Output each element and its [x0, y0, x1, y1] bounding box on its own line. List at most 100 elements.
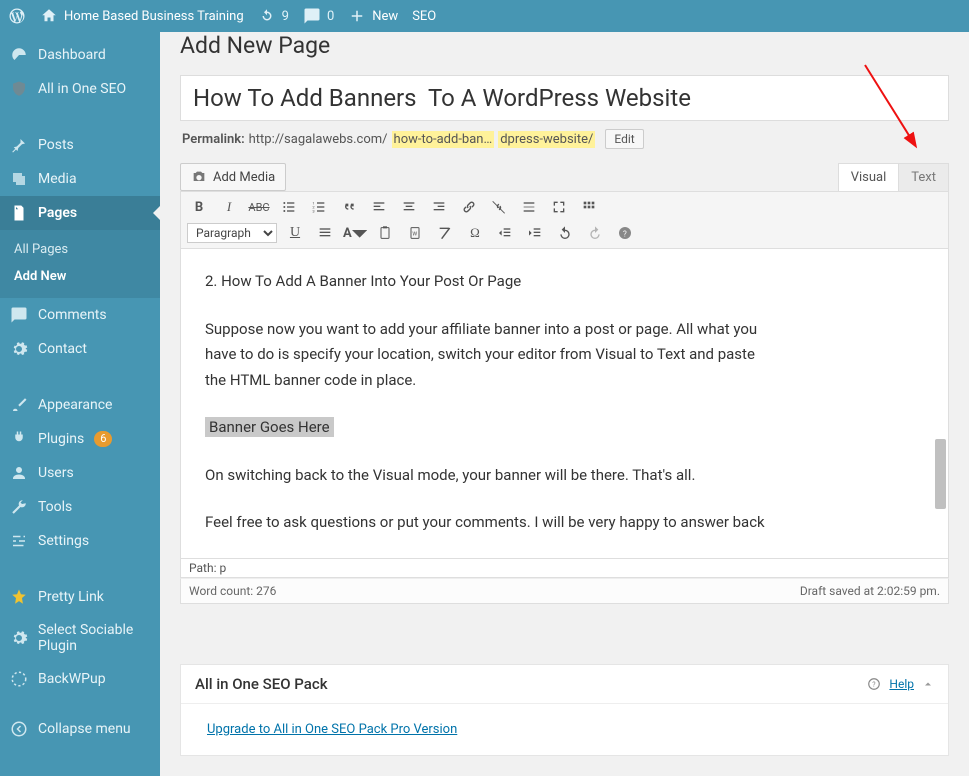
plus-icon [348, 7, 366, 25]
text-color-button[interactable]: A [343, 222, 367, 244]
comment-icon [303, 7, 321, 25]
add-media-button[interactable]: Add Media [180, 163, 286, 191]
site-title: Home Based Business Training [64, 9, 244, 24]
content-heading: 2. How To Add A Banner Into Your Post Or… [205, 269, 924, 295]
add-media-label: Add Media [213, 170, 275, 185]
indent-button[interactable] [523, 222, 547, 244]
sidebar-item-posts[interactable]: Posts [0, 128, 160, 162]
editor-content-area[interactable]: 2. How To Add A Banner Into Your Post Or… [180, 249, 949, 559]
upgrade-link[interactable]: Upgrade to All in One SEO Pack Pro Versi… [207, 722, 457, 737]
plug-icon [10, 430, 28, 448]
comments-link[interactable]: 0 [303, 7, 334, 25]
sidebar-item-settings[interactable]: Settings [0, 524, 160, 558]
new-label: New [372, 9, 398, 24]
special-char-button[interactable]: Ω [463, 222, 487, 244]
bulleted-list-button[interactable] [277, 196, 301, 218]
wp-logo[interactable] [8, 7, 26, 25]
seo-link[interactable]: SEO [412, 9, 436, 24]
sidebar-item-label: Plugins [38, 431, 84, 447]
format-select[interactable]: Paragraph [187, 223, 277, 243]
updates-link[interactable]: 9 [258, 7, 289, 25]
sidebar-item-label: Settings [38, 533, 89, 549]
svg-text:W: W [412, 232, 417, 238]
comment-icon [10, 306, 28, 324]
word-count: Word count: 276 [189, 584, 276, 598]
plugins-update-badge: 6 [94, 431, 112, 447]
site-home-link[interactable]: Home Based Business Training [40, 7, 244, 25]
paste-word-button[interactable]: W [403, 222, 427, 244]
camera-icon [191, 169, 207, 185]
permalink-row: Permalink: http://sagalawebs.com/how-to-… [182, 129, 947, 149]
justify-button[interactable] [313, 222, 337, 244]
bold-button[interactable]: B [187, 196, 211, 218]
media-icon [10, 170, 28, 188]
sidebar-item-backwpup[interactable]: BackWPup [0, 662, 160, 696]
link-button[interactable] [457, 196, 481, 218]
underline-button[interactable]: U [283, 222, 307, 244]
edit-permalink-button[interactable]: Edit [605, 129, 643, 149]
sidebar-item-media[interactable]: Media [0, 162, 160, 196]
comments-count: 0 [327, 9, 334, 24]
tab-text[interactable]: Text [898, 163, 949, 191]
sidebar-item-aioseo[interactable]: All in One SEO [0, 72, 160, 106]
svg-text:3: 3 [312, 208, 314, 213]
sidebar-item-dashboard[interactable]: Dashboard [0, 38, 160, 72]
blockquote-button[interactable] [337, 196, 361, 218]
sidebar-item-users[interactable]: Users [0, 456, 160, 490]
redo-button[interactable] [583, 222, 607, 244]
align-right-button[interactable] [427, 196, 451, 218]
admin-sidebar: Dashboard All in One SEO Posts Media Pag… [0, 32, 160, 776]
permalink-slug: how-to-add-ban… [392, 131, 495, 148]
shield-icon [10, 80, 28, 98]
draft-saved-time: Draft saved at 2:02:59 pm. [800, 584, 940, 598]
submenu-all-pages[interactable]: All Pages [0, 236, 160, 263]
post-title-input[interactable] [180, 75, 949, 121]
unlink-button[interactable] [487, 196, 511, 218]
panel-title: All in One SEO Pack [195, 675, 328, 693]
tab-visual[interactable]: Visual [838, 163, 900, 191]
gear-icon [10, 340, 28, 358]
updates-count: 9 [282, 9, 289, 24]
page-heading: Add New Page [180, 32, 949, 59]
sidebar-item-appearance[interactable]: Appearance [0, 388, 160, 422]
toolbar-toggle-button[interactable] [577, 196, 601, 218]
sidebar-item-label: Media [38, 171, 77, 187]
editor-toolbar: B I ABC 123 Paragraph U A W Ω [180, 191, 949, 249]
outdent-button[interactable] [493, 222, 517, 244]
sidebar-item-pages[interactable]: Pages [0, 196, 160, 230]
sidebar-item-contact[interactable]: Contact [0, 332, 160, 366]
svg-text:?: ? [873, 681, 877, 689]
submenu-add-new[interactable]: Add New [0, 263, 160, 290]
editor-scrollbar-thumb[interactable] [935, 439, 946, 509]
sidebar-item-label: Users [38, 465, 74, 481]
sidebar-item-sociable[interactable]: Select Sociable Plugin [0, 614, 160, 662]
content-paragraph: On switching back to the Visual mode, yo… [205, 463, 924, 489]
help-link[interactable]: Help [889, 677, 914, 691]
italic-button[interactable]: I [217, 196, 241, 218]
insert-more-button[interactable] [517, 196, 541, 218]
paste-text-button[interactable] [373, 222, 397, 244]
pages-submenu: All Pages Add New [0, 230, 160, 298]
sidebar-item-comments[interactable]: Comments [0, 298, 160, 332]
help-button[interactable]: ? [613, 222, 637, 244]
svg-text:?: ? [623, 229, 627, 238]
undo-button[interactable] [553, 222, 577, 244]
align-left-button[interactable] [367, 196, 391, 218]
gear-icon [10, 629, 28, 647]
sidebar-item-label: Collapse menu [38, 721, 131, 737]
fullscreen-button[interactable] [547, 196, 571, 218]
chevron-up-icon[interactable] [922, 678, 934, 690]
numbered-list-button[interactable]: 123 [307, 196, 331, 218]
clear-format-button[interactable] [433, 222, 457, 244]
collapse-icon [10, 720, 28, 738]
sidebar-item-label: Contact [38, 341, 87, 357]
new-link[interactable]: New [348, 7, 398, 25]
collapse-menu[interactable]: Collapse menu [0, 712, 160, 746]
sidebar-item-pretty-link[interactable]: Pretty Link [0, 580, 160, 614]
sidebar-item-plugins[interactable]: Plugins 6 [0, 422, 160, 456]
sidebar-item-tools[interactable]: Tools [0, 490, 160, 524]
sliders-icon [10, 532, 28, 550]
align-center-button[interactable] [397, 196, 421, 218]
strikethrough-button[interactable]: ABC [247, 196, 271, 218]
sidebar-item-label: Comments [38, 307, 107, 323]
